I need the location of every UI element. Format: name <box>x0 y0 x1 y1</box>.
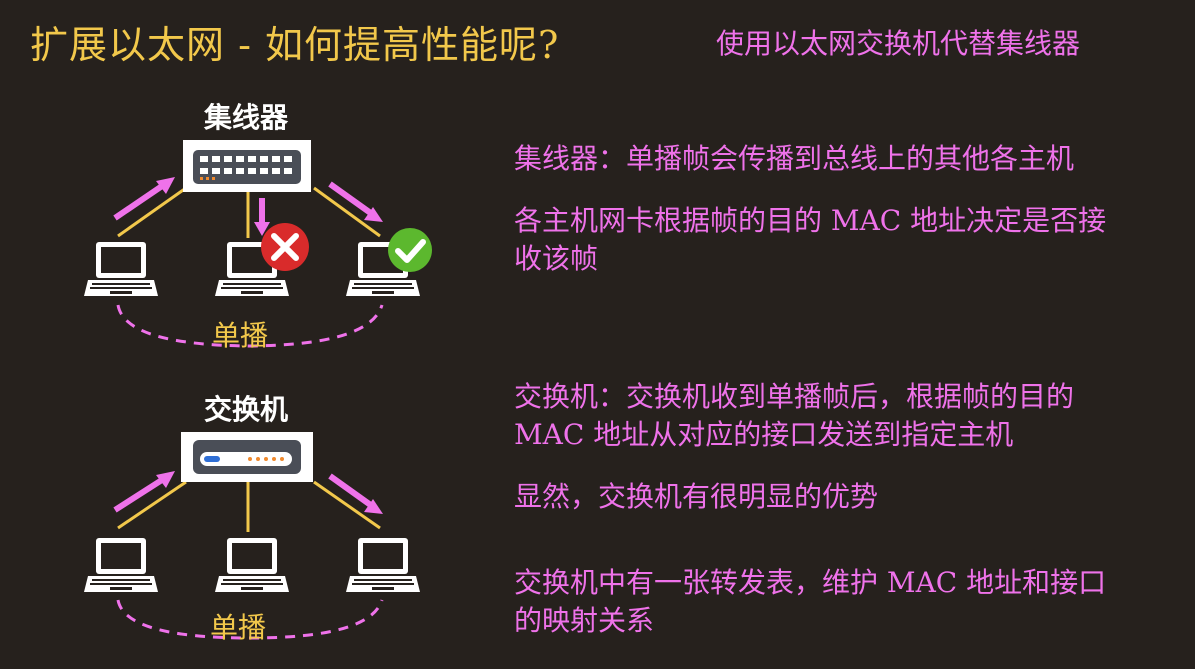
arrow-icon <box>328 473 383 514</box>
reject-icon <box>261 223 309 271</box>
hub-unicast-label: 单播 <box>212 319 269 352</box>
hub-label: 集线器 <box>204 101 289 134</box>
hub-desc-mac-filter: 各主机网卡根据帧的目的 MAC 地址决定是否接收该帧 <box>514 204 1107 275</box>
switch-label: 交换机 <box>204 393 289 426</box>
laptop-icon <box>84 242 158 296</box>
switch-icon <box>181 432 313 482</box>
switch-desc-advantage: 显然，交换机有很明显的优势 <box>514 480 879 513</box>
laptop-icon <box>346 538 420 592</box>
laptop-icon <box>84 538 158 592</box>
switch-unicast-label: 单播 <box>210 611 267 644</box>
hub-desc-broadcast: 集线器：单播帧会传播到总线上的其他各主机 <box>514 142 1075 175</box>
switch-desc-table: 交换机中有一张转发表，维护 MAC 地址和接口的映射关系 <box>514 566 1107 637</box>
accept-icon <box>388 228 432 272</box>
switch-desc-forward: 交换机：交换机收到单播帧后，根据帧的目的 MAC 地址从对应的接口发送到指定主机 <box>514 380 1075 451</box>
hub-icon <box>183 140 311 192</box>
arrow-icon <box>328 181 383 222</box>
arrow-icon <box>113 471 175 513</box>
arrow-icon <box>254 198 270 236</box>
laptop-icon <box>215 538 289 592</box>
arrow-icon <box>113 177 175 221</box>
